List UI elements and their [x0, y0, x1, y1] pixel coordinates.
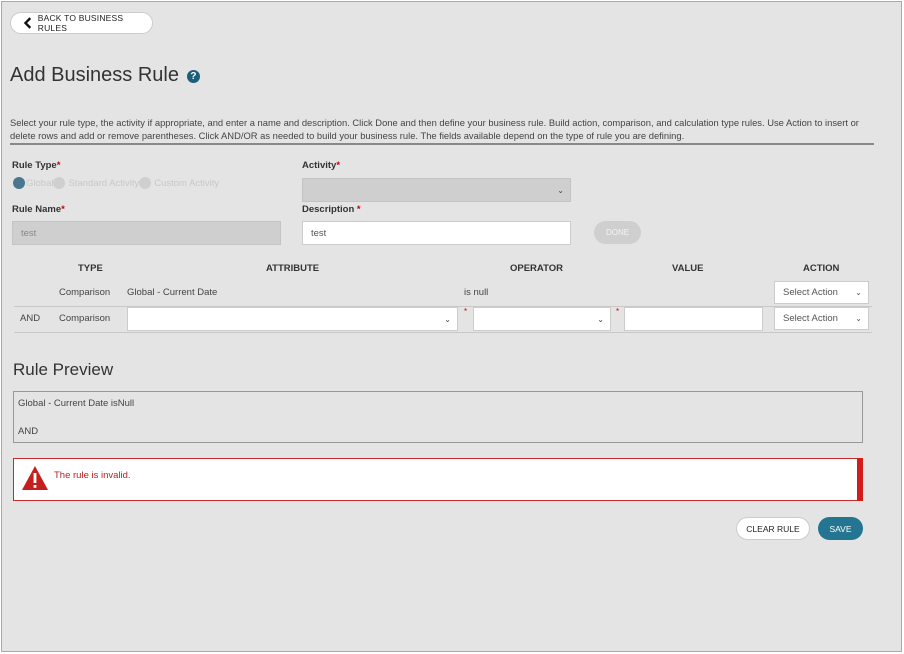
required-mark: * — [61, 204, 65, 215]
error-message: The rule is invalid. — [54, 470, 131, 481]
error-accent-bar — [857, 458, 863, 501]
description-input[interactable]: test — [302, 221, 571, 245]
row1-type: Comparison — [59, 287, 111, 298]
chevron-down-icon: ⌄ — [855, 314, 862, 323]
activity-select[interactable]: ⌄ — [302, 178, 571, 202]
rule-name-label: Rule Name* — [12, 204, 65, 215]
back-label: BACK TO BUSINESS RULES — [37, 13, 124, 33]
row2-action-label: Select Action — [783, 313, 838, 324]
row2-type: Comparison — [59, 313, 111, 324]
row1-attribute: Global - Current Date — [127, 287, 218, 298]
page-frame: BACK TO BUSINESS RULES Add Business Rule… — [1, 1, 902, 652]
divider — [10, 143, 874, 145]
rule-type-label: Rule Type* — [12, 160, 60, 171]
back-to-business-rules-button[interactable]: BACK TO BUSINESS RULES — [10, 12, 153, 34]
row2-operator-select[interactable]: ⌄ — [473, 307, 611, 331]
required-mark: * — [336, 160, 341, 171]
chevron-down-icon: ⌄ — [597, 314, 604, 324]
activity-label-text: Activity — [302, 160, 337, 171]
error-alert: The rule is invalid. — [13, 458, 863, 501]
chevron-down-icon: ⌄ — [855, 288, 862, 297]
save-button[interactable]: SAVE — [818, 517, 863, 540]
radio-standard-activity[interactable] — [53, 177, 66, 189]
header-operator: OPERATOR — [510, 263, 563, 274]
activity-label: Activity* — [302, 160, 340, 171]
row2-action-select[interactable]: Select Action ⌄ — [774, 307, 869, 330]
rule-name-input[interactable]: test — [12, 221, 281, 245]
help-icon[interactable]: ? — [186, 70, 200, 83]
chevron-down-icon: ⌄ — [557, 185, 564, 195]
row1-action-label: Select Action — [783, 287, 838, 298]
radio-custom-activity-label: Custom Activity — [154, 177, 220, 189]
preview-line-1: Global - Current Date isNull — [18, 398, 135, 409]
row1-action-select[interactable]: Select Action ⌄ — [774, 281, 869, 304]
required-mark: * — [616, 307, 620, 316]
radio-standard-activity-label: Standard Activity — [68, 177, 140, 189]
rule-preview-title: Rule Preview — [13, 360, 114, 379]
radio-global[interactable] — [13, 177, 25, 189]
required-mark: * — [356, 204, 361, 215]
required-mark: * — [56, 160, 61, 171]
clear-rule-button[interactable]: CLEAR RULE — [736, 517, 810, 540]
header-action: ACTION — [803, 263, 840, 274]
radio-global-label: Global — [26, 177, 54, 189]
intro-text: Select your rule type, the activity if a… — [10, 117, 859, 141]
description-label-text: Description — [302, 204, 357, 215]
done-button[interactable]: DONE — [594, 221, 641, 244]
row2-value-input[interactable] — [624, 307, 763, 331]
page-title-text: Add Business Rule — [10, 64, 179, 86]
preview-line-2: AND — [18, 426, 39, 437]
row1-operator: is null — [464, 287, 489, 298]
row2-connector[interactable]: AND — [20, 313, 40, 324]
rule-preview-box: Global - Current Date isNull AND — [13, 391, 863, 443]
row-divider — [14, 332, 872, 333]
rule-type-label-text: Rule Type — [12, 160, 57, 171]
header-value: VALUE — [672, 263, 704, 274]
chevron-down-icon: ⌄ — [444, 314, 451, 324]
required-mark: * — [464, 307, 468, 316]
row2-attribute-select[interactable]: ⌄ — [127, 307, 458, 331]
chevron-left-icon — [23, 17, 32, 29]
header-attribute: ATTRIBUTE — [266, 263, 320, 274]
rule-name-label-text: Rule Name — [12, 204, 62, 215]
header-type: TYPE — [78, 263, 103, 274]
radio-custom-activity[interactable] — [139, 177, 152, 189]
description-label: Description * — [302, 204, 361, 215]
warning-icon — [22, 466, 48, 490]
page-title: Add Business Rule ? — [10, 64, 200, 87]
rule-type-radio-group: Global Standard Activity Custom Activity — [13, 177, 219, 189]
